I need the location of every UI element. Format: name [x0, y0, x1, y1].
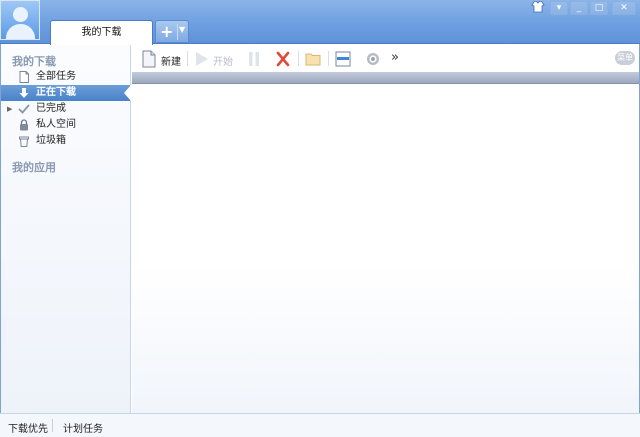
- title-bar: 我的下载 + ▼ ▾ _ □ ✕: [0, 0, 640, 45]
- check-icon: [18, 103, 30, 115]
- sidebar-item-label: 已完成: [36, 103, 66, 114]
- sidebar-item-all-tasks[interactable]: 全部任务: [1, 69, 130, 85]
- scheduled-tasks-button[interactable]: 计划任务: [63, 420, 103, 435]
- sidebar-item-private-space[interactable]: 私人空间: [1, 117, 130, 133]
- plus-icon: +: [160, 22, 174, 41]
- trash-icon: [18, 135, 30, 147]
- active-indicator: [124, 85, 131, 101]
- minimize-icon[interactable]: _: [570, 1, 588, 15]
- more-tools-button[interactable]: »: [391, 50, 399, 65]
- sidebar-item-downloading[interactable]: 正在下载: [1, 85, 131, 101]
- close-icon[interactable]: ✕: [612, 1, 636, 15]
- new-task-button[interactable]: 新建: [161, 53, 181, 68]
- tab-my-downloads[interactable]: 我的下载: [50, 20, 153, 45]
- status-bar: 下载优先 计划任务: [0, 413, 640, 437]
- start-icon[interactable]: [195, 50, 209, 68]
- expand-caret-icon[interactable]: ▶: [7, 101, 12, 117]
- pause-icon[interactable]: [248, 50, 260, 68]
- task-list-area[interactable]: [132, 85, 639, 413]
- section-title-downloads: 我的下载: [12, 55, 56, 68]
- maximize-icon[interactable]: □: [590, 1, 608, 15]
- new-tab-button[interactable]: + ▼: [155, 20, 189, 43]
- list-header-bar: [132, 72, 639, 84]
- document-icon: [18, 71, 30, 83]
- download-priority-button[interactable]: 下载优先: [8, 420, 48, 435]
- sidebar-item-label: 私人空间: [36, 119, 76, 130]
- download-arrow-icon: [18, 87, 30, 99]
- sidebar-item-label: 正在下载: [36, 87, 76, 98]
- chevron-down-icon[interactable]: ▼: [179, 25, 185, 34]
- lock-icon: [18, 119, 30, 131]
- sidebar-item-label: 全部任务: [36, 71, 76, 82]
- sidebar-item-trash[interactable]: 垃圾箱: [1, 133, 130, 149]
- new-file-icon[interactable]: [142, 50, 156, 68]
- start-button[interactable]: 开始: [213, 53, 233, 68]
- sidebar-item-label: 垃圾箱: [36, 135, 66, 146]
- section-title-apps: 我的应用: [12, 161, 56, 174]
- menu-icon[interactable]: ▾: [550, 1, 568, 15]
- skin-icon[interactable]: [529, 0, 547, 15]
- view-panel-icon[interactable]: [335, 50, 351, 68]
- avatar[interactable]: [0, 0, 40, 40]
- sidebar-item-completed[interactable]: ▶ 已完成: [1, 101, 130, 117]
- sidebar: 我的下载 全部任务 正在下载 ▶ 已完成 私人空间 垃圾箱 我的应用: [1, 45, 131, 413]
- toolbar: 新建 开始 » 菜单: [132, 45, 639, 72]
- delete-icon[interactable]: [276, 50, 290, 68]
- menu-badge-button[interactable]: 菜单: [615, 51, 635, 65]
- folder-icon[interactable]: [305, 50, 321, 68]
- settings-gear-icon[interactable]: [365, 50, 381, 68]
